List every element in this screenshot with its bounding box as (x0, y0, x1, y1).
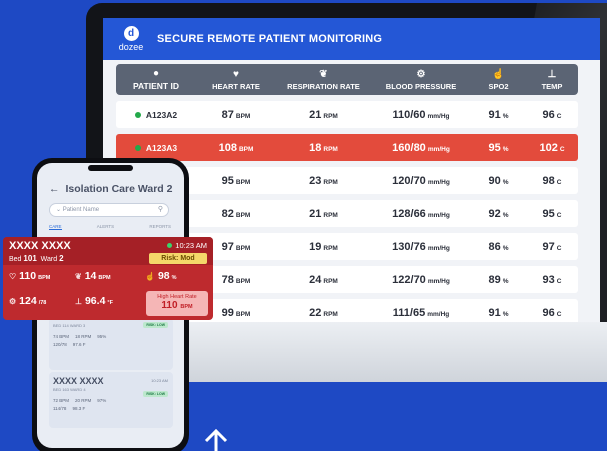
patient-card[interactable]: BED 114 WARD 3 RISK: LOW 74 BPM 18 RPM 95%… (49, 318, 173, 370)
table-row[interactable]: A123A2 87 BPM 21 RPM 110/60 mm/Hg 91% 96 C (116, 101, 578, 128)
logo-text: dozee (118, 42, 144, 52)
temp-vital: ⊥ 96.4 °F (75, 295, 113, 307)
arrow-up-icon (204, 428, 228, 451)
patient-name: XXXX XXXX (9, 240, 71, 252)
spo2-vital: ☝ 98% (145, 270, 177, 282)
col-heart-rate[interactable]: ♥ HEART RATE (196, 69, 276, 92)
table-row-alert[interactable]: A123A3 108 BPM 18 RPM 160/80 mm/Hg 95% 102 C (116, 134, 578, 161)
resp-rate-value: 21 (309, 108, 322, 121)
heart-rate-value: 82 (221, 207, 234, 220)
tab-reports[interactable]: REPORTS (149, 224, 171, 230)
dozee-logo: d dozee (115, 26, 147, 52)
spo2-value: 89 (488, 273, 501, 286)
heart-rate-value: 78 (221, 273, 234, 286)
resp-rate-value: 19 (309, 240, 322, 253)
search-icon[interactable]: ⚲ (158, 204, 163, 216)
high-heart-rate-alert[interactable]: High Heart Rate 110 BPM (146, 291, 208, 316)
bp-icon: ⚙ (9, 297, 17, 306)
spo2-value: 90 (488, 174, 501, 187)
col-spo2[interactable]: ☝ SPO2 (471, 69, 526, 92)
risk-badge: RISK: LOW (143, 391, 168, 397)
app-title: SECURE REMOTE PATIENT MONITORING (157, 33, 383, 45)
status-dot (134, 144, 141, 151)
timestamp: 10:23 AM (167, 241, 207, 250)
temp-value: 96 (542, 306, 555, 319)
online-dot (167, 243, 173, 248)
bp-value: 120/70 (392, 174, 426, 187)
bp-value: 128/66 (392, 207, 426, 220)
risk-badge: RISK: LOW (143, 322, 168, 328)
lungs-icon: ❦ (319, 69, 328, 80)
bp-value: 122/70 (392, 273, 426, 286)
patient-id: A123A2 (145, 109, 178, 120)
temp-value: 96 (542, 108, 555, 121)
bed-ward: Bed 101 Ward 2 (9, 254, 64, 263)
back-arrow-icon[interactable]: ← (49, 183, 60, 195)
heart-rate-value: 87 (221, 108, 234, 121)
resp-rate-value: 18 (309, 141, 322, 154)
app-header: d dozee SECURE REMOTE PATIENT MONITORING (103, 18, 600, 60)
spo2-value: 92 (488, 207, 501, 220)
patient-search-input[interactable]: ⌄ Patient Name ⚲ (49, 203, 169, 217)
lungs-icon: ❦ (75, 272, 82, 281)
temp-value: 97 (542, 240, 555, 253)
bp-value: 111/65 (392, 306, 426, 319)
col-blood-pressure[interactable]: ⚙ BLOOD PRESSURE (371, 69, 471, 92)
temp-value: 98 (542, 174, 555, 187)
patient-id: A123A3 (145, 142, 178, 153)
col-temp[interactable]: ⊥ TEMP (526, 69, 578, 92)
heart-icon: ♥ (233, 69, 239, 80)
thermometer-icon: ⊥ (75, 297, 82, 306)
timestamp: 10:23 AM (151, 378, 168, 383)
risk-badge: Risk: Mod (149, 253, 207, 264)
logo-mark: d (123, 26, 139, 41)
chevron-down-icon: ⌄ (56, 207, 63, 213)
status-dot (134, 111, 141, 118)
phone-notch (88, 165, 133, 171)
bp-icon: ⚙ (416, 69, 426, 80)
heart-rate-value: 97 (221, 240, 234, 253)
bp-value: 160/80 (392, 141, 426, 154)
ward-title: ← Isolation Care Ward 2 (49, 183, 173, 195)
heart-rate-vital: ♡ 110 BPM (9, 270, 51, 282)
temp-value: 95 (542, 207, 555, 220)
patient-card[interactable]: XXXX XXXX 10:23 AM BED 163 WARD 4 RISK: … (49, 372, 173, 428)
temp-value: 93 (542, 273, 555, 286)
alert-patient-card[interactable]: XXXX XXXX Bed 101 Ward 2 10:23 AM Risk: … (3, 237, 213, 320)
tab-alerts[interactable]: ALERTS (97, 224, 114, 230)
resp-rate-value: 24 (309, 273, 322, 286)
bp-value: 130/76 (392, 240, 426, 253)
col-patient-id[interactable]: ● PATIENT ID (116, 68, 196, 92)
heart-icon: ♡ (9, 272, 17, 281)
thermometer-icon: ⊥ (547, 69, 557, 80)
heart-rate-value: 99 (221, 306, 234, 319)
person-icon: ● (152, 68, 160, 79)
resp-rate-value: 22 (309, 306, 322, 319)
resp-rate-value: 21 (309, 207, 322, 220)
tab-care[interactable]: CARE (49, 224, 62, 230)
spo2-value: 91 (488, 108, 501, 121)
spo2-value: 86 (488, 240, 501, 253)
table-header: ● PATIENT ID ♥ HEART RATE ❦ RESPIRATION RAT… (116, 64, 578, 95)
temp-value: 102 (539, 141, 558, 154)
spo2-value: 91 (488, 306, 501, 319)
heart-rate-value: 95 (221, 174, 234, 187)
resp-rate-vital: ❦ 14 BPM (75, 270, 111, 282)
phone-tabs: CARE ALERTS REPORTS (49, 224, 171, 230)
heart-rate-value: 108 (218, 141, 237, 154)
finger-icon: ☝ (145, 272, 155, 281)
spo2-value: 95 (488, 141, 501, 154)
bp-vital: ⚙ 124/78 (9, 295, 47, 307)
finger-icon: ☝ (492, 69, 505, 80)
bp-value: 110/60 (392, 108, 426, 121)
resp-rate-value: 23 (309, 174, 322, 187)
col-respiration-rate[interactable]: ❦ RESPIRATION RATE (276, 69, 371, 92)
